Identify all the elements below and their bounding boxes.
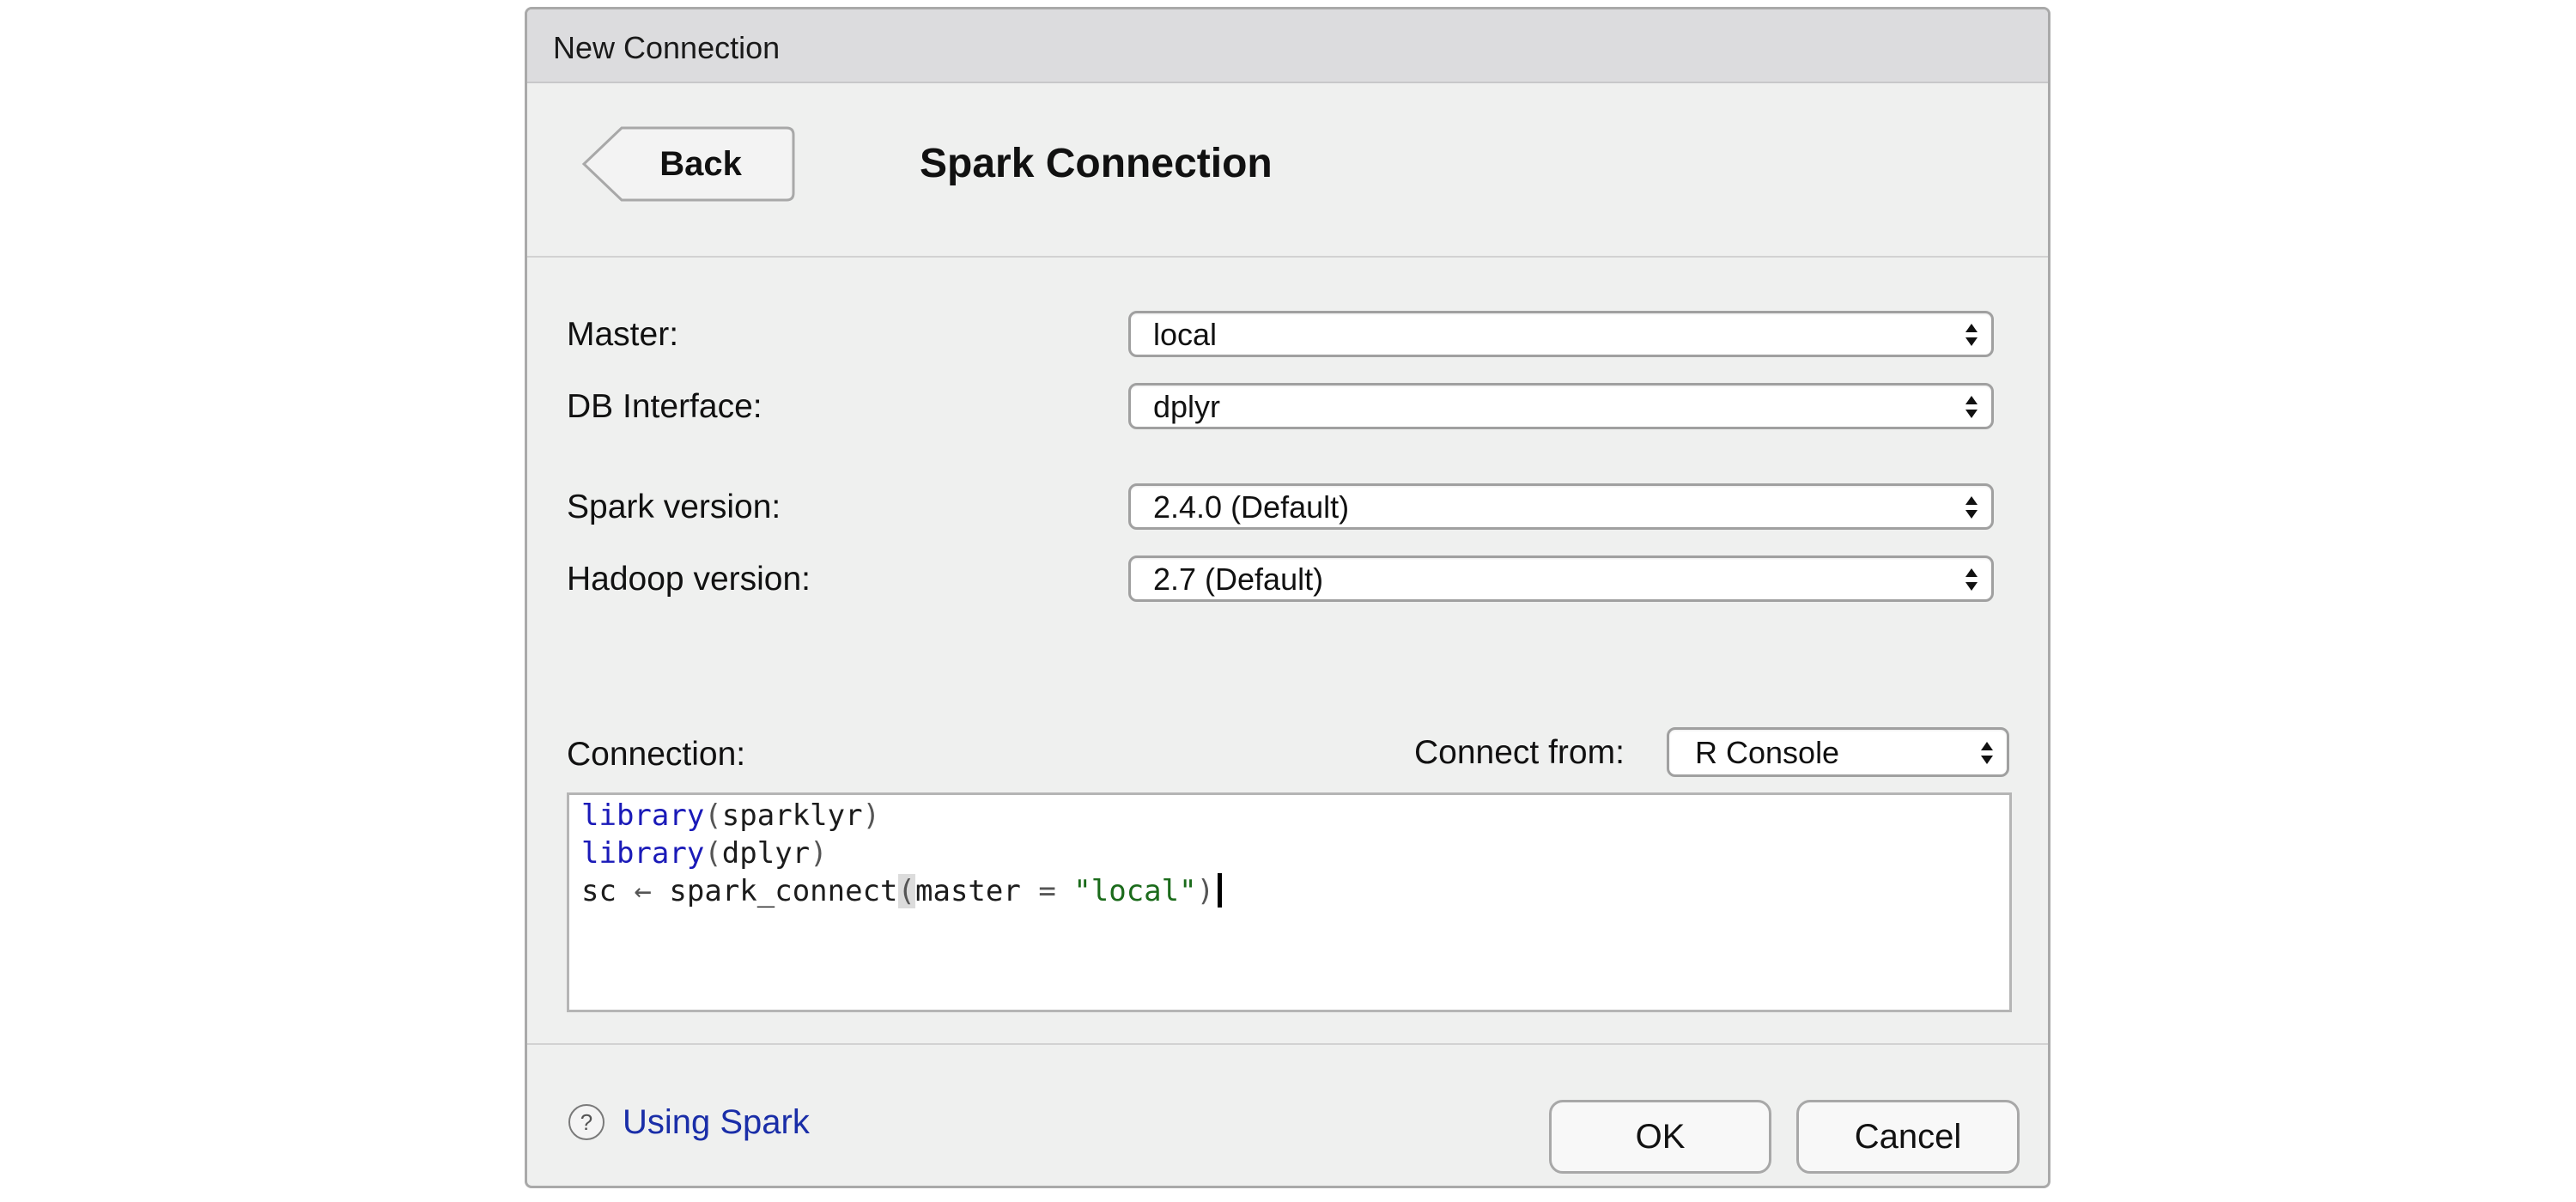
code-argument: dplyr	[721, 836, 811, 871]
code-assign-operator: ←	[634, 874, 652, 908]
code-paren: (	[704, 798, 722, 833]
db-interface-label: DB Interface:	[567, 388, 762, 425]
code-variable: sc	[581, 874, 617, 908]
master-select[interactable]: local	[1128, 311, 1994, 357]
updown-arrows-icon	[1965, 496, 1978, 519]
code-paren: )	[810, 836, 828, 871]
updown-arrows-icon	[1965, 568, 1978, 591]
code-line-1: library(sparklyr)	[581, 797, 880, 835]
db-interface-select-value: dplyr	[1153, 389, 1221, 424]
cancel-button[interactable]: Cancel	[1796, 1100, 2020, 1174]
hadoop-version-select[interactable]: 2.7 (Default)	[1128, 555, 1994, 602]
hadoop-version-select-value: 2.7 (Default)	[1153, 562, 1324, 597]
connection-code-editor[interactable]: library(sparklyr) library(dplyr) sc ← sp…	[567, 792, 2012, 1012]
code-keyword: library	[581, 798, 705, 833]
code-function: spark_connect	[669, 874, 898, 908]
connect-from-select-value: R Console	[1695, 735, 1840, 770]
footer-divider	[527, 1043, 2048, 1045]
question-circle-icon[interactable]: ?	[568, 1104, 605, 1140]
ok-button[interactable]: OK	[1549, 1100, 1771, 1174]
header-divider	[527, 256, 2048, 258]
code-line-2: library(dplyr)	[581, 835, 828, 872]
code-string: "local"	[1073, 874, 1197, 908]
code-argument-name: master	[915, 874, 1021, 908]
code-equals: =	[1038, 874, 1056, 908]
updown-arrows-icon	[1981, 742, 1993, 764]
code-argument: sparklyr	[721, 798, 863, 833]
master-select-value: local	[1153, 317, 1218, 352]
code-paren: )	[1196, 874, 1215, 908]
new-connection-dialog: New Connection Back Spark Connection Mas…	[525, 7, 2050, 1188]
db-interface-select[interactable]: dplyr	[1128, 383, 1994, 429]
dialog-title: New Connection	[553, 30, 781, 65]
master-label: Master:	[567, 316, 679, 353]
code-line-3: sc ← spark_connect(master = "local")	[581, 872, 1223, 910]
spark-version-label: Spark version:	[567, 489, 781, 525]
back-button[interactable]: Back	[580, 126, 795, 202]
code-paren: (	[704, 836, 722, 871]
spark-version-select[interactable]: 2.4.0 (Default)	[1128, 483, 1994, 530]
connect-from-label: Connect from:	[1414, 734, 1625, 771]
hadoop-version-label: Hadoop version:	[567, 561, 811, 598]
code-paren: )	[862, 798, 881, 833]
using-spark-link[interactable]: Using Spark	[623, 1098, 810, 1146]
updown-arrows-icon	[1965, 396, 1978, 418]
connect-from-select[interactable]: R Console	[1667, 727, 2009, 777]
updown-arrows-icon	[1965, 324, 1978, 346]
connection-label: Connection:	[567, 736, 746, 773]
code-paren-highlighted: (	[897, 874, 915, 908]
text-cursor	[1218, 873, 1223, 908]
page-title: Spark Connection	[920, 141, 1273, 186]
dialog-titlebar: New Connection	[527, 9, 2048, 83]
back-button-label: Back	[659, 145, 742, 183]
code-keyword: library	[581, 836, 705, 871]
spark-version-select-value: 2.4.0 (Default)	[1153, 489, 1350, 525]
